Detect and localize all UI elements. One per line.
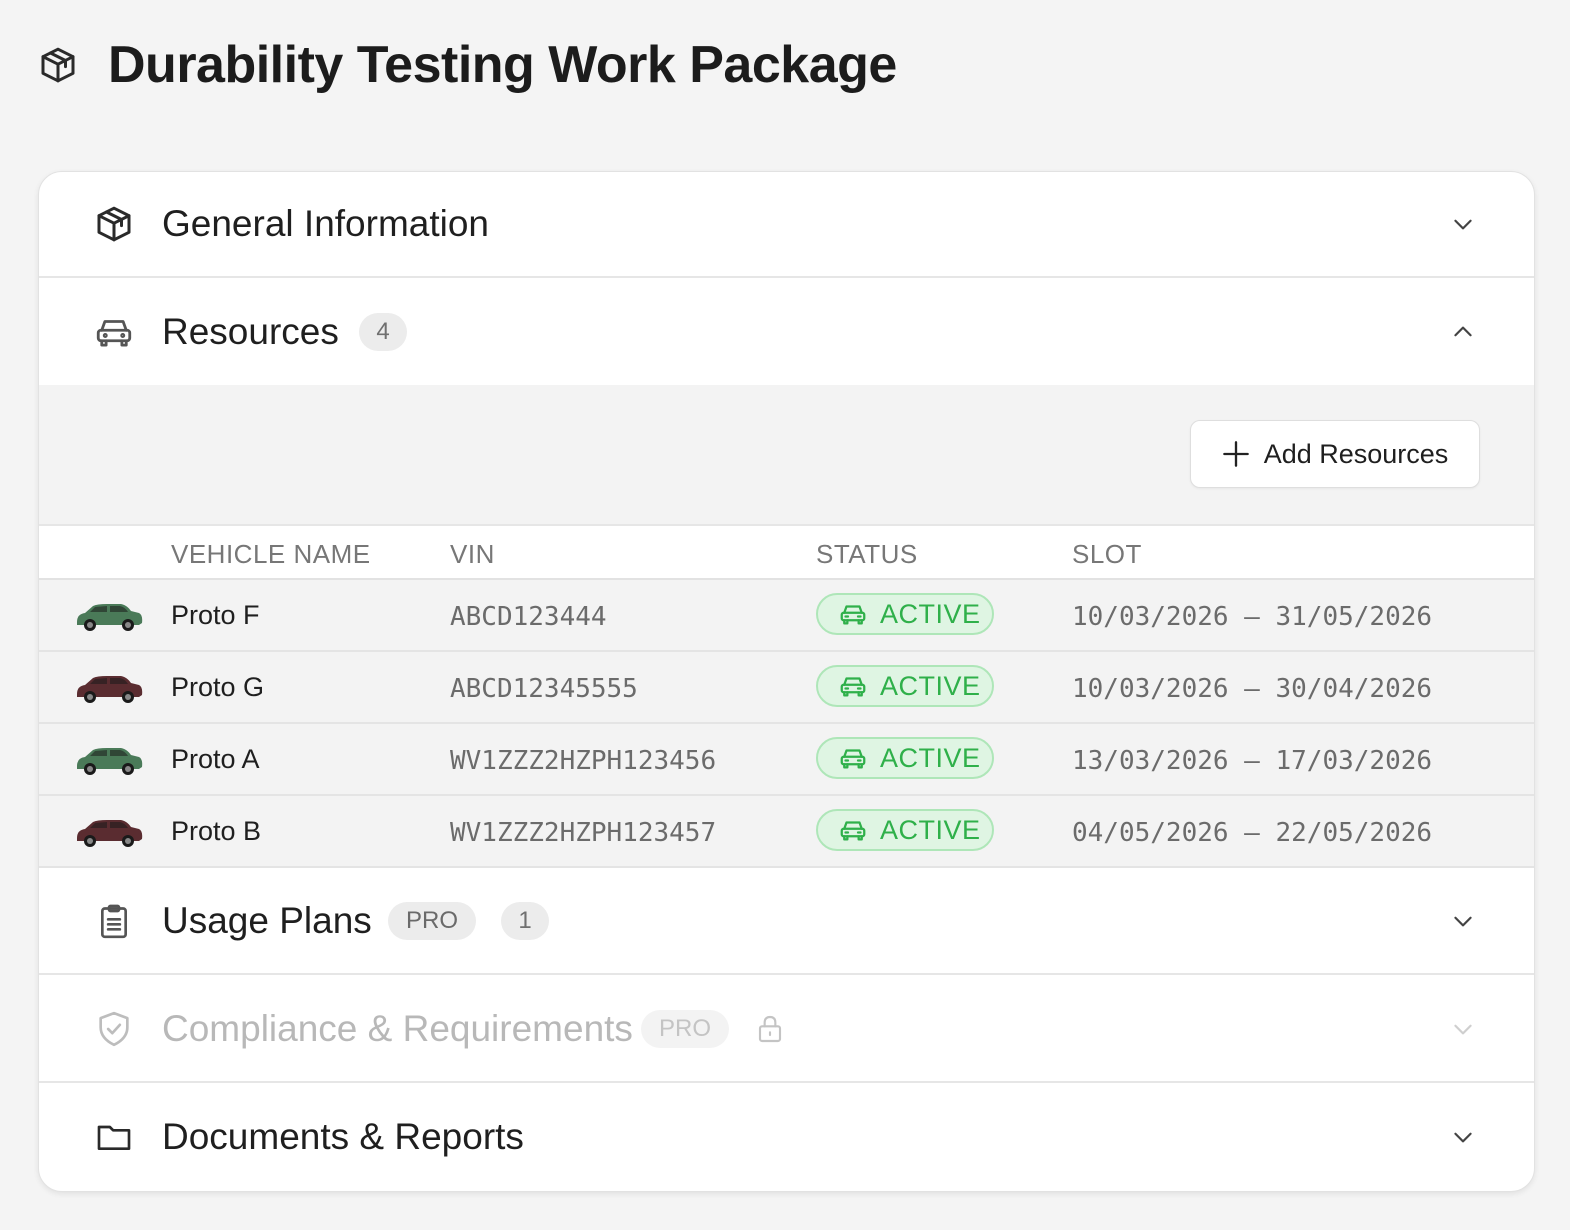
work-package-card: General Information Resources 4 Add Reso… xyxy=(38,171,1535,1192)
vehicle-name: Proto F xyxy=(171,600,260,630)
section-usage-plans[interactable]: Usage Plans PRO 1 xyxy=(39,869,1534,975)
vehicle-thumbnail xyxy=(73,668,145,708)
add-resources-label: Add Resources xyxy=(1263,438,1449,469)
section-title: Documents & Reports xyxy=(162,1116,524,1157)
page-header: Durability Testing Work Package xyxy=(38,30,897,100)
status-label: ACTIVE xyxy=(880,670,981,701)
vehicle-slot: 10/03/2026 – 31/05/2026 xyxy=(1072,602,1433,632)
column-header-slot[interactable]: SLOT xyxy=(1072,539,1142,570)
lock-icon xyxy=(753,1012,787,1046)
status-label: ACTIVE xyxy=(880,814,981,845)
resources-toolbar: Add Resources xyxy=(39,385,1534,526)
vehicle-name: Proto G xyxy=(171,672,265,702)
page-title: Durability Testing Work Package xyxy=(108,36,897,94)
pro-badge: PRO xyxy=(641,1010,730,1048)
vehicle-name: Proto A xyxy=(171,744,260,774)
car-icon xyxy=(840,821,866,841)
package-icon xyxy=(93,203,135,245)
chevron-down-icon[interactable] xyxy=(1448,906,1478,936)
table-row[interactable]: Proto G ABCD12345555 ACTIVE 10/03/2026 –… xyxy=(39,652,1534,724)
chevron-down-icon[interactable] xyxy=(1448,1122,1478,1152)
column-header-vehicle-name[interactable]: VEHICLE NAME xyxy=(171,539,371,570)
vehicle-vin: WV1ZZZ2HZPH123456 xyxy=(450,746,717,776)
folder-icon xyxy=(93,1116,135,1158)
vehicle-slot: 10/03/2026 – 30/04/2026 xyxy=(1072,674,1433,704)
status-label: ACTIVE xyxy=(880,742,981,773)
car-icon xyxy=(93,311,135,353)
column-header-status[interactable]: STATUS xyxy=(816,539,918,570)
section-title: Compliance & Requirements xyxy=(162,1008,633,1049)
column-header-vin[interactable]: VIN xyxy=(450,539,495,570)
status-label: ACTIVE xyxy=(880,598,981,629)
section-title: Usage Plans xyxy=(162,900,372,941)
vehicle-vin: ABCD12345555 xyxy=(450,674,638,704)
package-icon xyxy=(38,45,78,85)
vehicle-thumbnail xyxy=(73,740,145,780)
vehicle-slot: 13/03/2026 – 17/03/2026 xyxy=(1072,746,1433,776)
status-badge: ACTIVE xyxy=(816,593,994,635)
shield-check-icon xyxy=(93,1008,135,1050)
section-documents-reports[interactable]: Documents & Reports xyxy=(39,1084,1534,1190)
add-resources-button[interactable]: Add Resources xyxy=(1190,420,1480,488)
chevron-up-icon[interactable] xyxy=(1448,317,1478,347)
table-row[interactable]: Proto B WV1ZZZ2HZPH123457 ACTIVE 04/05/2… xyxy=(39,796,1534,868)
car-icon xyxy=(840,677,866,697)
chevron-down-icon[interactable] xyxy=(1448,209,1478,239)
resources-table-header: VEHICLE NAME VIN STATUS SLOT xyxy=(39,526,1534,580)
vehicle-vin: ABCD123444 xyxy=(450,602,607,632)
section-resources[interactable]: Resources 4 xyxy=(39,279,1534,385)
pro-badge: PRO xyxy=(388,902,477,940)
section-compliance-requirements: Compliance & Requirements PRO xyxy=(39,977,1534,1083)
plus-icon xyxy=(1222,440,1250,468)
chevron-down-icon xyxy=(1448,1014,1478,1044)
vehicle-name: Proto B xyxy=(171,816,262,846)
vehicle-slot: 04/05/2026 – 22/05/2026 xyxy=(1072,818,1433,848)
section-general-information[interactable]: General Information xyxy=(39,172,1534,278)
table-row[interactable]: Proto A WV1ZZZ2HZPH123456 ACTIVE 13/03/2… xyxy=(39,724,1534,796)
vehicle-thumbnail xyxy=(73,596,145,636)
count-badge: 1 xyxy=(501,902,549,940)
vehicle-vin: WV1ZZZ2HZPH123457 xyxy=(450,818,717,848)
section-title: Resources xyxy=(162,311,339,352)
table-row[interactable]: Proto F ABCD123444 ACTIVE 10/03/2026 – 3… xyxy=(39,580,1534,652)
clipboard-icon xyxy=(93,900,135,942)
vehicle-thumbnail xyxy=(73,812,145,852)
status-badge: ACTIVE xyxy=(816,809,994,851)
count-badge: 4 xyxy=(359,313,407,351)
status-badge: ACTIVE xyxy=(816,665,994,707)
status-badge: ACTIVE xyxy=(816,737,994,779)
car-icon xyxy=(840,605,866,625)
section-title: General Information xyxy=(162,203,490,244)
car-icon xyxy=(840,749,866,769)
